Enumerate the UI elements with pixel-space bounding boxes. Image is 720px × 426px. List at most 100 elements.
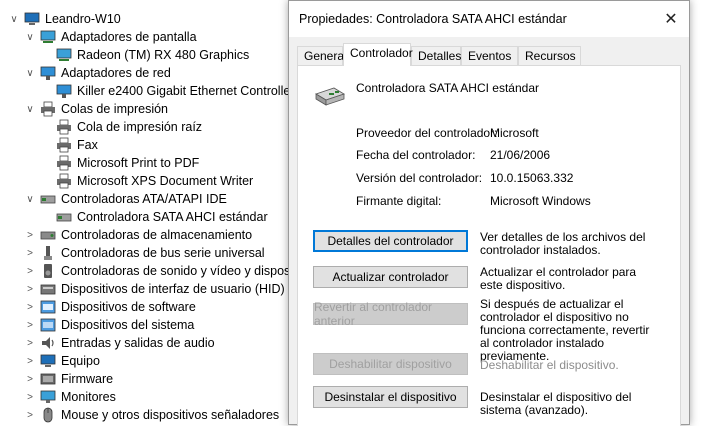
- chevron-right-icon[interactable]: >: [24, 334, 36, 352]
- tab-controlador[interactable]: Controlador: [343, 43, 413, 66]
- tab-detalles[interactable]: Detalles: [411, 46, 461, 65]
- prop-label-fecha: Fecha del controlador:: [356, 148, 476, 162]
- tree-item-label: Adaptadores de red: [61, 66, 171, 80]
- chevron-right-icon[interactable]: >: [24, 406, 36, 424]
- close-icon[interactable]: ✕: [659, 7, 683, 31]
- tab-general[interactable]: General: [297, 46, 347, 65]
- printer-icon: [56, 155, 72, 171]
- tree-item-print-to-pdf[interactable]: Microsoft Print to PDF: [40, 154, 199, 172]
- tree-item-label: Killer e2400 Gigabit Ethernet Controller: [77, 84, 295, 98]
- ide-controller-icon: [314, 84, 346, 108]
- tab-panel-controlador: Controladora SATA AHCI estándar Proveedo…: [297, 65, 681, 426]
- prop-label-proveedor: Proveedor del controlador:: [356, 126, 498, 140]
- tree-item-colas-de-impresion[interactable]: ∨ Colas de impresión: [24, 100, 168, 118]
- chevron-right-icon[interactable]: >: [24, 280, 36, 298]
- uninstall-device-desc: Desinstalar el dispositivo del sistema (…: [480, 390, 632, 417]
- chevron-right-icon[interactable]: >: [24, 352, 36, 370]
- tree-item-equipo[interactable]: > Equipo: [24, 352, 100, 370]
- chevron-down-icon[interactable]: ∨: [24, 28, 36, 46]
- prop-value-version: 10.0.15063.332: [490, 171, 574, 185]
- rollback-driver-desc: Si después de actualizar el controlador …: [480, 297, 650, 363]
- tree-item-controladoras-sonido[interactable]: > Controladoras de sonido y vídeo y disp…: [24, 262, 299, 280]
- chevron-down-icon[interactable]: ∨: [24, 100, 36, 118]
- tree-item-label: Dispositivos del sistema: [61, 318, 195, 332]
- tree-item-label: Firmware: [61, 372, 114, 386]
- disable-device-button: Deshabilitar dispositivo: [313, 353, 468, 375]
- monitor-icon: [40, 389, 56, 405]
- tree-item-firmware[interactable]: > Firmware: [24, 370, 113, 388]
- disable-device-desc: Deshabilitar el dispositivo.: [480, 358, 619, 372]
- system-device-icon: [40, 317, 56, 333]
- tree-item-adaptadores-de-red[interactable]: ∨ Adaptadores de red: [24, 64, 171, 82]
- ide-controller-icon: [40, 191, 56, 207]
- printer-icon: [40, 101, 56, 117]
- device-name: Controladora SATA AHCI estándar: [356, 81, 539, 95]
- tree-item-software[interactable]: > Dispositivos de software: [24, 298, 196, 316]
- ide-controller-icon: [56, 209, 72, 225]
- properties-dialog: Propiedades: Controladora SATA AHCI está…: [288, 0, 690, 426]
- mouse-icon: [40, 407, 56, 423]
- tree-item-adaptadores-de-pantalla[interactable]: ∨ Adaptadores de pantalla: [24, 28, 196, 46]
- tree-item-leandro-w10[interactable]: ∨ Leandro-W10: [8, 10, 121, 28]
- chevron-right-icon[interactable]: >: [24, 298, 36, 316]
- tree-item-xps-writer[interactable]: Microsoft XPS Document Writer: [40, 172, 253, 190]
- update-driver-desc: Actualizar el controlador para este disp…: [480, 265, 637, 292]
- tree-item-label: Monitores: [61, 390, 116, 404]
- tree-item-monitores[interactable]: > Monitores: [24, 388, 116, 406]
- tree-item-label: Dispositivos de software: [61, 300, 196, 314]
- tree-item-label: Equipo: [61, 354, 100, 368]
- prop-label-firmante: Firmante digital:: [356, 194, 442, 208]
- chevron-right-icon[interactable]: >: [24, 226, 36, 244]
- tree-item-sistema[interactable]: > Dispositivos del sistema: [24, 316, 194, 334]
- tree-item-fax[interactable]: Fax: [40, 136, 98, 154]
- uninstall-device-button[interactable]: Desinstalar el dispositivo: [313, 386, 468, 408]
- tree-item-label: Leandro-W10: [45, 12, 121, 26]
- chevron-right-icon[interactable]: >: [24, 244, 36, 262]
- computer-icon: [24, 11, 40, 27]
- tree-item-mouse[interactable]: > Mouse y otros dispositivos señaladores: [24, 406, 279, 424]
- speaker-icon: [40, 263, 56, 279]
- tree-item-radeon[interactable]: Radeon (TM) RX 480 Graphics: [40, 46, 249, 64]
- tree-item-audio-io[interactable]: > Entradas y salidas de audio: [24, 334, 215, 352]
- chevron-down-icon[interactable]: ∨: [8, 10, 20, 28]
- tree-item-killer[interactable]: Killer e2400 Gigabit Ethernet Controller: [40, 82, 294, 100]
- tree-item-label: Cola de impresión raíz: [77, 120, 203, 134]
- tree-item-sata-ahci[interactable]: Controladora SATA AHCI estándar: [40, 208, 268, 226]
- chevron-right-icon[interactable]: >: [24, 370, 36, 388]
- tree-item-hid[interactable]: > Dispositivos de interfaz de usuario (H…: [24, 280, 285, 298]
- tree-item-controladoras-usb[interactable]: > Controladoras de bus serie universal: [24, 244, 265, 262]
- tree-item-label: Controladoras de sonido y vídeo y dispos…: [61, 264, 300, 278]
- tree-item-label: Controladora SATA AHCI estándar: [77, 210, 268, 224]
- tree-item-controladoras-almacenamiento[interactable]: > Controladoras de almacenamiento: [24, 226, 252, 244]
- audio-io-icon: [40, 335, 56, 351]
- chevron-right-icon[interactable]: >: [24, 388, 36, 406]
- device-tree[interactable]: ∨ Leandro-W10 ∨ Adaptadores de pantalla …: [0, 0, 300, 425]
- update-driver-button[interactable]: Actualizar controlador: [313, 266, 468, 288]
- chevron-right-icon[interactable]: >: [24, 316, 36, 334]
- prop-value-proveedor: Microsoft: [490, 126, 539, 140]
- tab-eventos[interactable]: Eventos: [461, 46, 518, 65]
- printer-icon: [56, 137, 72, 153]
- tree-item-label: Mouse y otros dispositivos señaladores: [61, 408, 280, 422]
- tree-item-label: Microsoft XPS Document Writer: [77, 174, 254, 188]
- tree-item-controladoras-ata[interactable]: ∨ Controladoras ATA/ATAPI IDE: [24, 190, 226, 208]
- network-adapter-icon: [56, 83, 72, 99]
- dialog-titlebar[interactable]: Propiedades: Controladora SATA AHCI está…: [289, 1, 689, 37]
- driver-details-button[interactable]: Detalles del controlador: [313, 230, 468, 252]
- chevron-down-icon[interactable]: ∨: [24, 190, 36, 208]
- tree-item-label: Fax: [77, 138, 98, 152]
- chevron-down-icon[interactable]: ∨: [24, 64, 36, 82]
- network-adapter-icon: [40, 65, 56, 81]
- tree-item-label: Microsoft Print to PDF: [77, 156, 200, 170]
- tab-recursos[interactable]: Recursos: [518, 46, 581, 65]
- chevron-right-icon[interactable]: >: [24, 262, 36, 280]
- tree-item-cola-raiz[interactable]: Cola de impresión raíz: [40, 118, 202, 136]
- tree-item-label: Dispositivos de interfaz de usuario (HID…: [61, 282, 285, 296]
